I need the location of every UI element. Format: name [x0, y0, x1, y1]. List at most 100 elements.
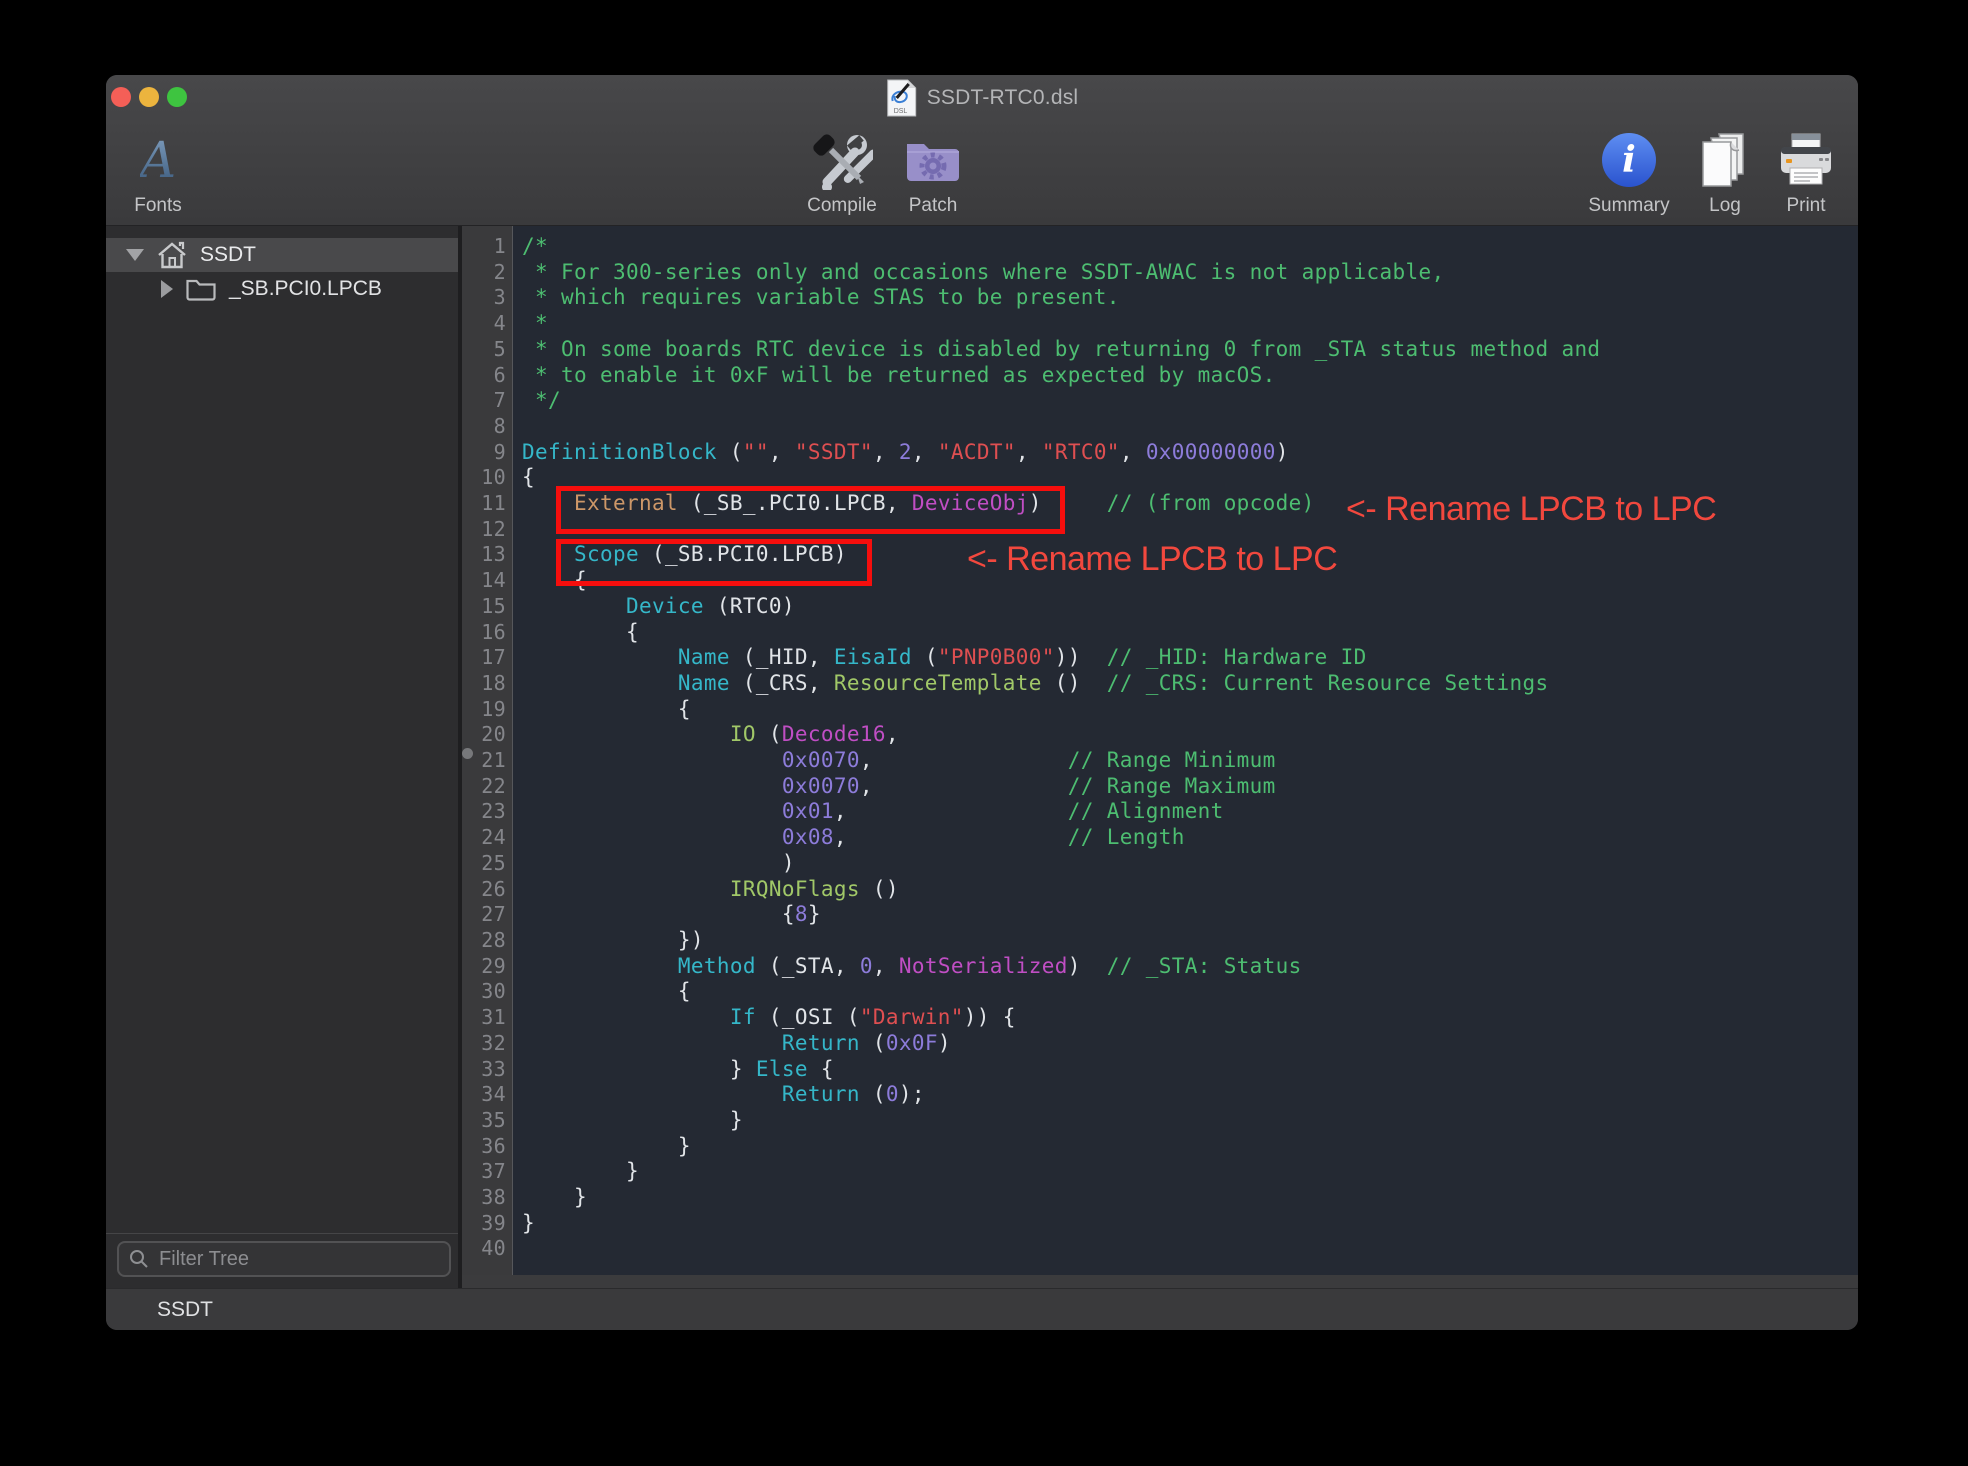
line-number: 17 [462, 645, 506, 671]
log-pages-icon [1697, 130, 1753, 190]
line-number: 14 [462, 568, 506, 594]
code-line: 20 IO (Decode16, [462, 722, 1858, 748]
code-text: } [506, 1159, 639, 1185]
code-line: 16 { [462, 620, 1858, 646]
content-area: SSDT _SB.PCI0.LPCB [106, 226, 1858, 1288]
editor-bottom-strip [462, 1275, 1858, 1288]
svg-text:DSL: DSL [894, 108, 908, 115]
tree-item-sb-pci0-lpcb[interactable]: _SB.PCI0.LPCB [106, 272, 458, 306]
code-text [506, 517, 535, 543]
annotation-rename-scope: <- Rename LPCB to LPC [967, 540, 1337, 578]
code-text: IO (Decode16, [506, 722, 899, 748]
close-button[interactable] [111, 87, 131, 107]
line-number: 32 [462, 1031, 506, 1057]
line-number: 13 [462, 542, 506, 568]
line-number: 33 [462, 1057, 506, 1083]
code-line: 23 0x01, // Alignment [462, 799, 1858, 825]
filter-tree-input[interactable] [157, 1247, 449, 1272]
line-number: 7 [462, 388, 506, 414]
code-line: 35 } [462, 1108, 1858, 1134]
code-line: 17 Name (_HID, EisaId ("PNP0B00")) // _H… [462, 645, 1858, 671]
code-line: 40 [462, 1236, 1858, 1262]
line-number: 2 [462, 260, 506, 286]
code-text: 0x0070, // Range Minimum [506, 748, 1276, 774]
code-text: { [506, 697, 691, 723]
line-number: 26 [462, 877, 506, 903]
line-number: 37 [462, 1159, 506, 1185]
code-text: { [506, 465, 535, 491]
code-text: Device (RTC0) [506, 594, 795, 620]
status-path: SSDT [157, 1298, 213, 1322]
zoom-button[interactable] [167, 87, 187, 107]
search-icon [129, 1249, 149, 1269]
annotation-box-external [556, 486, 1065, 534]
code-line: 34 Return (0); [462, 1082, 1858, 1108]
toolbar-item-patch[interactable]: Patch [873, 130, 993, 216]
compile-tools-icon [811, 130, 873, 190]
line-number: 29 [462, 954, 506, 980]
line-number: 1 [462, 234, 506, 260]
code-text: Return (0x0F) [506, 1031, 951, 1057]
line-number: 16 [462, 620, 506, 646]
toolbar-item-print[interactable]: Print [1746, 130, 1858, 216]
line-number: 40 [462, 1236, 506, 1262]
code-line: 3 * which requires variable STAS to be p… [462, 285, 1858, 311]
line-number: 21 [462, 748, 506, 774]
line-number: 23 [462, 799, 506, 825]
minimize-button[interactable] [139, 87, 159, 107]
line-number: 9 [462, 440, 506, 466]
filter-tree-field[interactable] [117, 1241, 451, 1277]
code-text: ) [506, 851, 795, 877]
line-number: 12 [462, 517, 506, 543]
window-title: SSDT-RTC0.dsl [927, 86, 1079, 110]
code-text: DefinitionBlock ("", "SSDT", 2, "ACDT", … [506, 440, 1289, 466]
code-line: 31 If (_OSI ("Darwin")) { [462, 1005, 1858, 1031]
code-line: 36 } [462, 1134, 1858, 1160]
code-line: 21 0x0070, // Range Minimum [462, 748, 1858, 774]
window-chrome: DSL SSDT-RTC0.dsl A Fonts [106, 75, 1858, 226]
line-number: 19 [462, 697, 506, 723]
code-line: 15 Device (RTC0) [462, 594, 1858, 620]
code-editor[interactable]: 1/*2 * For 300-series only and occasions… [462, 226, 1858, 1288]
disclosure-right-icon[interactable] [161, 280, 173, 298]
tree-item-ssdt[interactable]: SSDT [106, 238, 458, 272]
code-line: 5 * On some boards RTC device is disable… [462, 337, 1858, 363]
code-text: */ [506, 388, 561, 414]
code-lines[interactable]: 1/*2 * For 300-series only and occasions… [462, 234, 1858, 1262]
code-text: { [506, 979, 691, 1005]
line-number: 4 [462, 311, 506, 337]
code-text: * [506, 311, 548, 337]
disclosure-down-icon[interactable] [126, 249, 144, 261]
window-title-group: DSL SSDT-RTC0.dsl [886, 83, 1079, 113]
code-text: If (_OSI ("Darwin")) { [506, 1005, 1016, 1031]
code-line: 25 ) [462, 851, 1858, 877]
print-icon [1777, 130, 1835, 190]
line-number: 35 [462, 1108, 506, 1134]
code-line: 39} [462, 1211, 1858, 1237]
code-line: 1/* [462, 234, 1858, 260]
line-number: 20 [462, 722, 506, 748]
toolbar-label: Print [1786, 196, 1825, 216]
code-text: } [506, 1134, 691, 1160]
code-line: 26 IRQNoFlags () [462, 877, 1858, 903]
code-text: }) [506, 928, 704, 954]
code-line: 27 {8} [462, 902, 1858, 928]
line-number: 18 [462, 671, 506, 697]
fonts-icon: A [140, 130, 176, 190]
code-text: 0x08, // Length [506, 825, 1185, 851]
line-number: 8 [462, 414, 506, 440]
code-line: 6 * to enable it 0xF will be returned as… [462, 363, 1858, 389]
code-line: 24 0x08, // Length [462, 825, 1858, 851]
code-text: /* [506, 234, 548, 260]
code-text: IRQNoFlags () [506, 877, 899, 903]
folder-icon [185, 277, 217, 301]
toolbar-label: Log [1709, 196, 1741, 216]
line-number: 30 [462, 979, 506, 1005]
code-text: } [506, 1211, 535, 1237]
toolbar-item-fonts[interactable]: A Fonts [106, 130, 218, 216]
code-line: 28 }) [462, 928, 1858, 954]
annotation-rename-external: <- Rename LPCB to LPC [1346, 490, 1716, 528]
code-line: 18 Name (_CRS, ResourceTemplate () // _C… [462, 671, 1858, 697]
code-text: * For 300-series only and occasions wher… [506, 260, 1445, 286]
code-text: Name (_HID, EisaId ("PNP0B00")) // _HID:… [506, 645, 1367, 671]
